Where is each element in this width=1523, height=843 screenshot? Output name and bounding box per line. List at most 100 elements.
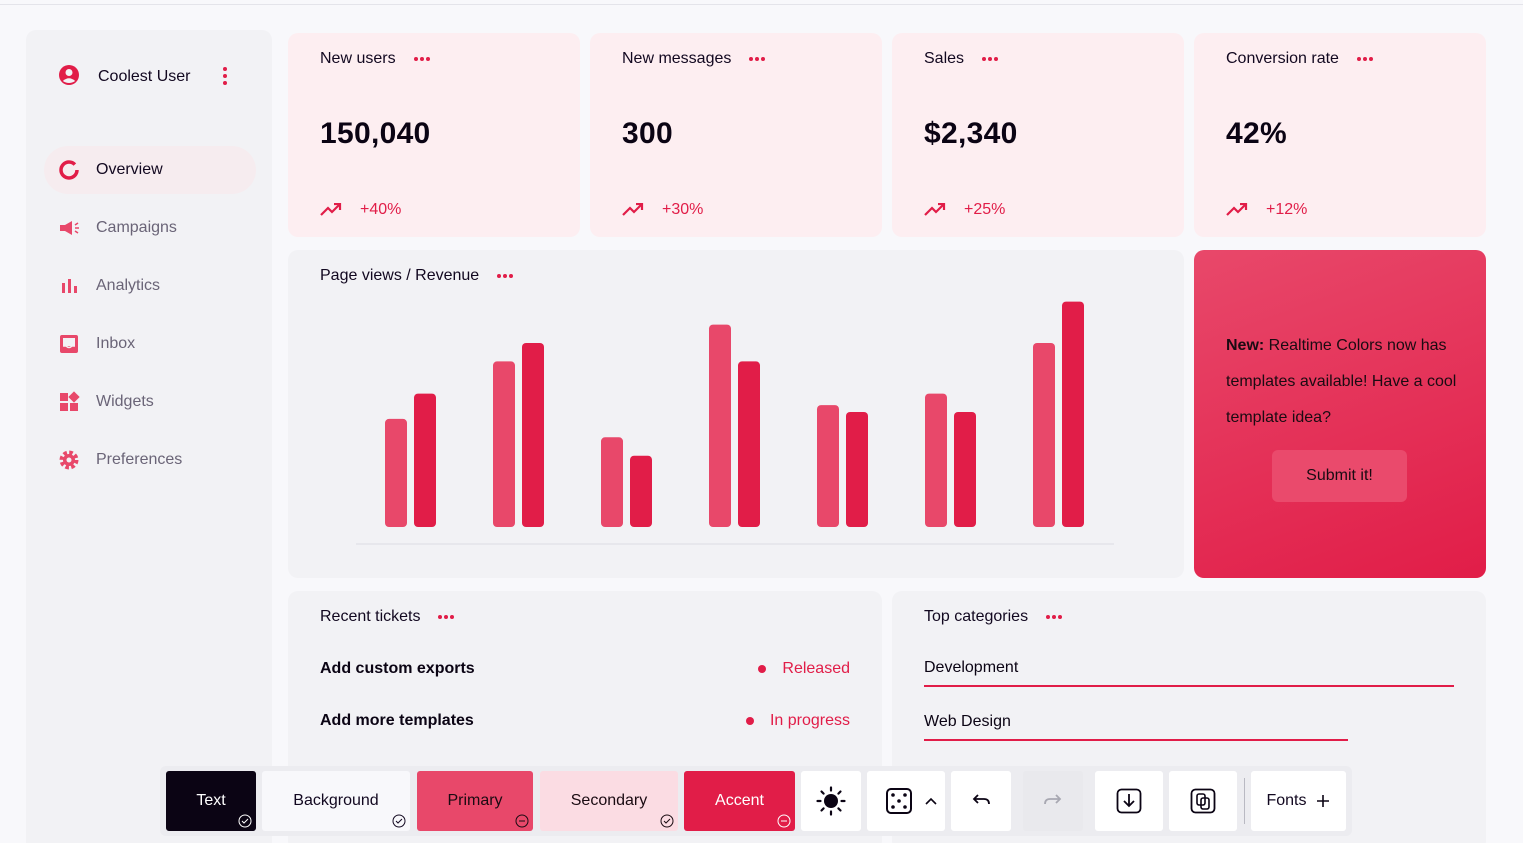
stat-value: 150,040 bbox=[320, 117, 431, 150]
chart-bar[interactable] bbox=[1033, 343, 1055, 527]
download-icon bbox=[1116, 788, 1142, 814]
secondary-color-button[interactable]: Secondary bbox=[540, 771, 678, 831]
trending-up-icon bbox=[320, 203, 342, 216]
trending-up-icon bbox=[924, 203, 946, 216]
text-color-label: Text bbox=[196, 792, 226, 809]
sidebar-item-label: Overview bbox=[96, 161, 163, 178]
fonts-label: Fonts bbox=[1266, 792, 1307, 809]
inbox-icon bbox=[58, 333, 80, 355]
chart-bar[interactable] bbox=[1062, 301, 1084, 527]
chart-bar[interactable] bbox=[738, 361, 760, 527]
category-name: Development bbox=[924, 659, 1019, 676]
check-circle-icon bbox=[660, 814, 674, 828]
chart-bar[interactable] bbox=[925, 393, 947, 527]
sidebar-item-overview[interactable]: Overview bbox=[44, 146, 256, 194]
donut-icon bbox=[58, 159, 80, 181]
stat-value: 300 bbox=[622, 117, 673, 150]
primary-color-button[interactable]: Primary bbox=[417, 771, 533, 831]
widgets-icon bbox=[58, 391, 80, 413]
stat-change: +40% bbox=[360, 201, 402, 218]
stat-title: Conversion rate bbox=[1226, 50, 1339, 67]
sidebar-item-preferences[interactable]: Preferences bbox=[44, 436, 256, 484]
ticket-status-label: Released bbox=[782, 660, 850, 677]
stat-title: New messages bbox=[622, 50, 732, 67]
more-icon[interactable] bbox=[497, 274, 514, 278]
chart-bar[interactable] bbox=[846, 412, 868, 527]
undo-button[interactable] bbox=[951, 771, 1011, 831]
submit-button[interactable]: Submit it! bbox=[1272, 450, 1407, 502]
user-avatar-icon bbox=[58, 64, 80, 91]
more-icon[interactable] bbox=[982, 57, 999, 61]
category-bar bbox=[924, 685, 1454, 687]
background-color-button[interactable]: Background bbox=[262, 771, 410, 831]
category-item: Development bbox=[924, 659, 1454, 687]
top-divider bbox=[0, 4, 1523, 5]
chart-bar[interactable] bbox=[601, 437, 623, 527]
ticket-name: Add more templates bbox=[320, 712, 474, 729]
stat-value: $2,340 bbox=[924, 117, 1018, 150]
chart-bar[interactable] bbox=[522, 343, 544, 527]
chart-bar[interactable] bbox=[709, 324, 731, 527]
fonts-button[interactable]: Fonts bbox=[1251, 771, 1346, 831]
toolbar-divider bbox=[1244, 778, 1245, 824]
stat-card-new-users: New users 150,040 +40% bbox=[288, 33, 580, 237]
ticket-status-label: In progress bbox=[769, 712, 850, 729]
chart-bar[interactable] bbox=[630, 455, 652, 527]
more-icon[interactable] bbox=[1046, 615, 1063, 619]
ticket-row[interactable]: Add custom exports Released bbox=[320, 657, 850, 681]
chart-bar[interactable] bbox=[817, 405, 839, 527]
tickets-title: Recent tickets bbox=[320, 608, 421, 625]
sidebar-item-inbox[interactable]: Inbox bbox=[44, 320, 256, 368]
sidebar-item-campaigns[interactable]: Campaigns bbox=[44, 204, 256, 252]
chart-bar[interactable] bbox=[385, 418, 407, 527]
sidebar-item-analytics[interactable]: Analytics bbox=[44, 262, 256, 310]
ticket-name: Add custom exports bbox=[320, 660, 475, 677]
redo-button[interactable] bbox=[1023, 771, 1083, 831]
download-button[interactable] bbox=[1095, 771, 1163, 831]
user-menu-icon[interactable] bbox=[223, 67, 227, 90]
more-icon[interactable] bbox=[749, 57, 766, 61]
chevron-up-icon[interactable] bbox=[925, 797, 937, 805]
copy-button[interactable] bbox=[1169, 771, 1237, 831]
primary-color-label: Primary bbox=[447, 792, 503, 809]
color-toolbar: Text Background Primary Secondary Accent bbox=[160, 766, 1352, 836]
sidebar-item-widgets[interactable]: Widgets bbox=[44, 378, 256, 426]
chart-title: Page views / Revenue bbox=[320, 267, 480, 284]
stat-change: +30% bbox=[662, 201, 704, 218]
sidebar-item-label: Inbox bbox=[96, 335, 136, 352]
randomize-button[interactable] bbox=[867, 771, 945, 831]
sidebar: Coolest User Overview Campaigns Analytic… bbox=[26, 30, 272, 843]
stat-change: +12% bbox=[1266, 201, 1308, 218]
accent-color-button[interactable]: Accent bbox=[684, 771, 795, 831]
accent-color-label: Accent bbox=[715, 792, 764, 809]
chart-bar[interactable] bbox=[493, 361, 515, 527]
categories-title: Top categories bbox=[924, 608, 1029, 625]
ticket-row[interactable]: Add more templates In progress bbox=[320, 709, 850, 733]
more-icon[interactable] bbox=[413, 57, 430, 61]
undo-icon bbox=[972, 794, 990, 805]
theme-toggle-button[interactable] bbox=[801, 771, 861, 831]
more-icon[interactable] bbox=[1356, 57, 1373, 61]
chart-bar[interactable] bbox=[414, 393, 436, 527]
promo-bold: New: bbox=[1226, 337, 1265, 354]
sidebar-nav: Overview Campaigns Analytics Inbox Widge… bbox=[44, 146, 256, 494]
category-item: Web Design bbox=[924, 713, 1454, 741]
text-color-button[interactable]: Text bbox=[166, 771, 256, 831]
status-dot bbox=[745, 717, 754, 725]
minus-circle-icon bbox=[777, 814, 791, 828]
stat-card-new-messages: New messages 300 +30% bbox=[590, 33, 882, 237]
ticket-status: In progress bbox=[745, 712, 850, 730]
sun-icon bbox=[816, 786, 846, 816]
redo-icon bbox=[1044, 794, 1062, 805]
more-icon[interactable] bbox=[438, 615, 455, 619]
category-bar bbox=[924, 739, 1348, 741]
plus-icon bbox=[1316, 795, 1329, 807]
trending-up-icon bbox=[1226, 203, 1248, 216]
copy-icon bbox=[1190, 788, 1216, 814]
sidebar-item-label: Campaigns bbox=[96, 219, 177, 236]
check-circle-icon bbox=[392, 814, 406, 828]
chart-bar[interactable] bbox=[954, 412, 976, 527]
ticket-status: Released bbox=[758, 660, 850, 678]
stat-card-sales: Sales $2,340 +25% bbox=[892, 33, 1184, 237]
user-profile[interactable]: Coolest User bbox=[58, 64, 238, 91]
